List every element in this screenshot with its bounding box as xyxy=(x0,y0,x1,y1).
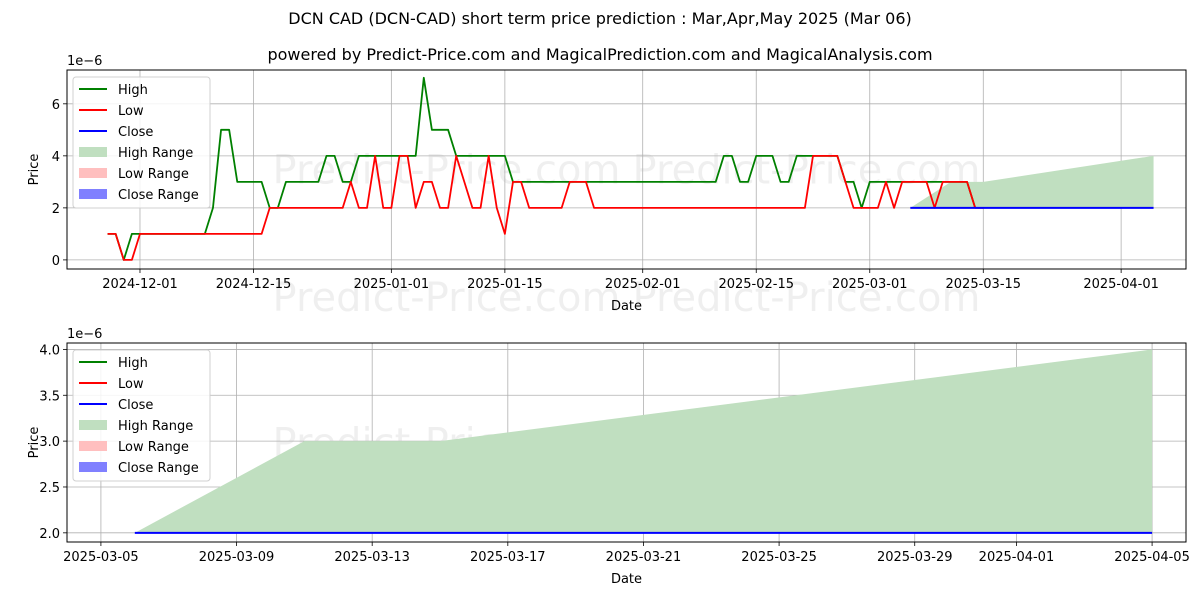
chart1-x-tick-label: 2025-04-01 xyxy=(1083,277,1159,292)
chart1-y-tick-label: 6 xyxy=(52,98,60,113)
chart1-legend-label: Low Range xyxy=(118,167,189,182)
chart1-y-scale-label: 1e−6 xyxy=(67,54,102,69)
chart1-x-tick-label: 2024-12-01 xyxy=(102,277,178,292)
chart1-legend-swatch-low-range xyxy=(79,168,107,178)
chart1-watermark: Predict-Price.com xyxy=(633,275,981,321)
chart1-legend-label: Close xyxy=(118,125,153,140)
chart1-legend-swatch-close-range xyxy=(79,189,107,199)
chart1-x-tick-label: 2025-01-01 xyxy=(354,277,430,292)
chart1-legend-label: Close Range xyxy=(118,188,199,203)
chart2-y-tick-label: 2.0 xyxy=(39,527,60,542)
chart1-x-tick-label: 2025-01-15 xyxy=(467,277,543,292)
chart1-legend-label: High Range xyxy=(118,146,193,161)
chart2-y-scale-label: 1e−6 xyxy=(67,327,102,342)
chart2-legend-label: High xyxy=(118,356,148,371)
chart2-legend-swatch-close-range xyxy=(79,462,107,472)
chart1-y-tick-label: 0 xyxy=(52,254,60,269)
chart2-x-tick-label: 2025-03-09 xyxy=(199,550,275,565)
chart2-y-axis-label: Price xyxy=(27,427,42,459)
chart1-x-tick-label: 2024-12-15 xyxy=(216,277,292,292)
chart2-y-tick-label: 3.0 xyxy=(39,435,60,450)
chart2-legend-label: Close Range xyxy=(118,461,199,476)
chart1-legend-swatch-high-range xyxy=(79,147,107,157)
chart2-x-tick-label: 2025-03-13 xyxy=(334,550,410,565)
chart2-x-tick-label: 2025-04-01 xyxy=(979,550,1055,565)
chart2-x-tick-label: 2025-04-05 xyxy=(1114,550,1190,565)
chart1-x-tick-label: 2025-03-01 xyxy=(832,277,908,292)
chart2-y-tick-label: 2.5 xyxy=(39,481,60,496)
chart1-x-axis-label: Date xyxy=(611,299,642,314)
chart1-legend-label: Low xyxy=(118,104,144,119)
chart2-x-tick-label: 2025-03-05 xyxy=(63,550,139,565)
chart2-legend-label: Low xyxy=(118,377,144,392)
chart2-x-axis-label: Date xyxy=(611,572,642,587)
chart2-x-tick-label: 2025-03-25 xyxy=(741,550,817,565)
charts-canvas: Predict-Price.com Predict-Price.comPredic… xyxy=(27,54,1190,587)
chart1-y-tick-label: 4 xyxy=(52,150,60,165)
chart2-legend-label: High Range xyxy=(118,419,193,434)
chart2-y-tick-label: 4.0 xyxy=(39,343,60,358)
chart1-x-tick-label: 2025-02-01 xyxy=(605,277,681,292)
chart2-x-tick-label: 2025-03-21 xyxy=(606,550,682,565)
chart2-legend-swatch-low-range xyxy=(79,441,107,451)
chart1-x-tick-label: 2025-02-15 xyxy=(718,277,794,292)
chart2-x-tick-label: 2025-03-17 xyxy=(470,550,546,565)
chart1-x-tick-label: 2025-03-15 xyxy=(946,277,1022,292)
chart2-x-tick-label: 2025-03-29 xyxy=(877,550,953,565)
chart2-legend-label: Low Range xyxy=(118,440,189,455)
chart2-y-tick-label: 3.5 xyxy=(39,389,60,404)
chart2-legend-swatch-high-range xyxy=(79,420,107,430)
chart2-legend-label: Close xyxy=(118,398,153,413)
chart1-watermark: Predict-Price.com xyxy=(273,275,621,321)
chart1-legend-label: High xyxy=(118,83,148,98)
chart1-y-axis-label: Price xyxy=(27,154,42,186)
chart1-y-tick-label: 2 xyxy=(52,202,60,217)
